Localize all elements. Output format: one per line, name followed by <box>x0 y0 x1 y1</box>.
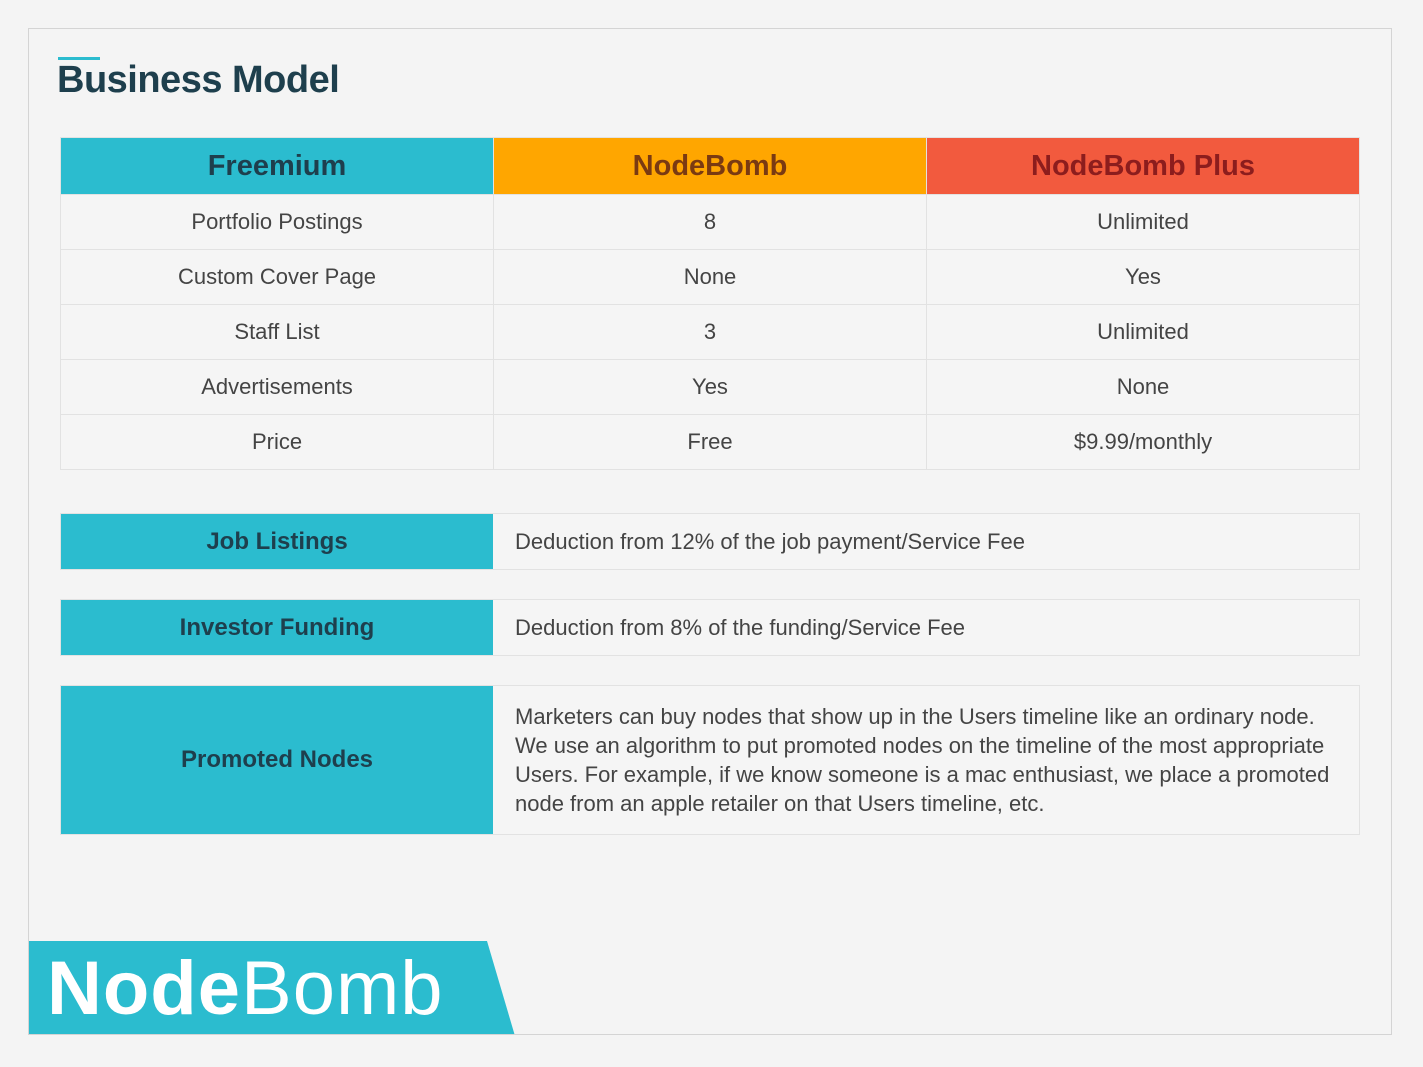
nodebomb-value: Yes <box>493 359 927 415</box>
table-row: Custom Cover Page None Yes <box>60 249 1360 305</box>
revenue-row-promoted-nodes: Promoted Nodes Marketers can buy nodes t… <box>60 685 1360 835</box>
nodebomb-value: 3 <box>493 304 927 360</box>
nodebomb-logo: Node Bomb <box>47 941 444 1034</box>
nodebomb-value: None <box>493 249 927 305</box>
header-nodebomb-plus: NodeBomb Plus <box>926 137 1360 195</box>
feature-name: Staff List <box>60 304 494 360</box>
revenue-label: Job Listings <box>61 514 493 569</box>
logo-part-node: Node <box>47 946 241 1031</box>
pricing-header-row: Freemium NodeBomb NodeBomb Plus <box>60 137 1360 195</box>
header-freemium: Freemium <box>60 137 494 195</box>
revenue-row-job-listings: Job Listings Deduction from 12% of the j… <box>60 513 1360 570</box>
nodebomb-plus-value: None <box>926 359 1360 415</box>
page-title: Business Model <box>57 59 340 101</box>
nodebomb-plus-value: Unlimited <box>926 194 1360 250</box>
revenue-description: Marketers can buy nodes that show up in … <box>515 704 1330 816</box>
table-row: Advertisements Yes None <box>60 359 1360 415</box>
table-row: Staff List 3 Unlimited <box>60 304 1360 360</box>
nodebomb-plus-value: Yes <box>926 249 1360 305</box>
nodebomb-plus-value: Unlimited <box>926 304 1360 360</box>
revenue-label: Investor Funding <box>61 600 493 655</box>
revenue-label: Promoted Nodes <box>61 686 493 834</box>
slide: Business Model Freemium NodeBomb NodeBom… <box>28 28 1392 1035</box>
table-row: Portfolio Postings 8 Unlimited <box>60 194 1360 250</box>
revenue-description: Deduction from 8% of the funding/Service… <box>515 615 966 640</box>
feature-name: Advertisements <box>60 359 494 415</box>
feature-name: Custom Cover Page <box>60 249 494 305</box>
revenue-row-investor-funding: Investor Funding Deduction from 8% of th… <box>60 599 1360 656</box>
header-nodebomb: NodeBomb <box>493 137 927 195</box>
logo-part-bomb: Bomb <box>241 946 444 1031</box>
feature-name: Price <box>60 414 494 470</box>
nodebomb-value: 8 <box>493 194 927 250</box>
feature-name: Portfolio Postings <box>60 194 494 250</box>
nodebomb-value: Free <box>493 414 927 470</box>
nodebomb-plus-value: $9.99/monthly <box>926 414 1360 470</box>
table-row: Price Free $9.99/monthly <box>60 414 1360 470</box>
revenue-description: Deduction from 12% of the job payment/Se… <box>515 529 1025 554</box>
pricing-table: Freemium NodeBomb NodeBomb Plus Portfoli… <box>60 137 1360 470</box>
